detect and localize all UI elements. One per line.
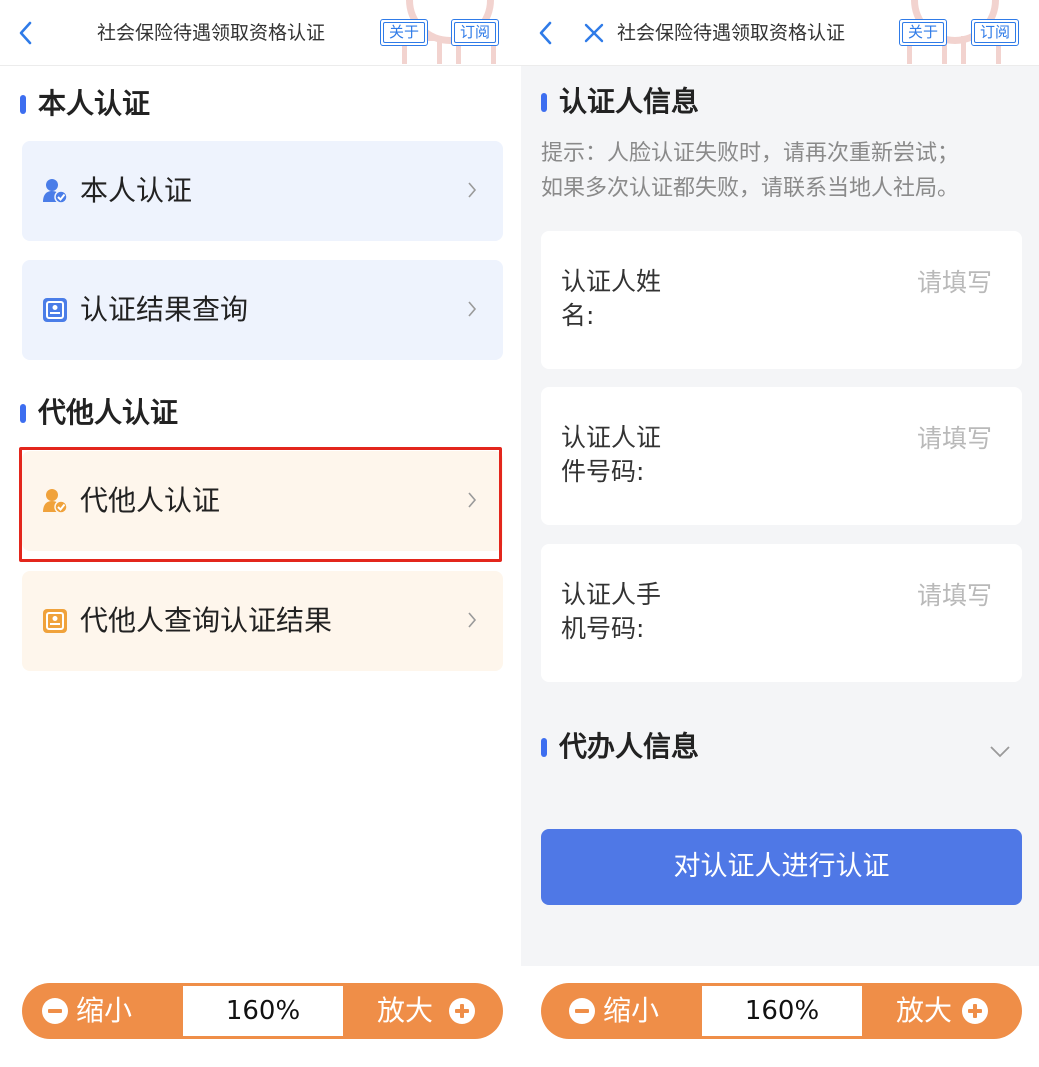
zoom-in-label: 放大	[377, 994, 434, 1027]
zoom-out-label: 缩小	[603, 994, 660, 1027]
subscribe-button[interactable]: 订阅	[971, 19, 1019, 46]
zoom-in-button[interactable]: 放大	[862, 983, 1022, 1039]
back-arrow-icon[interactable]	[538, 20, 554, 46]
close-icon[interactable]	[583, 20, 605, 46]
proxy-certify-item[interactable]: 代他人认证	[22, 451, 503, 551]
zoom-in-label: 放大	[896, 994, 953, 1027]
certifier-info-heading: 认证人信息	[541, 84, 699, 120]
certify-result-query-item[interactable]: 认证结果查询	[22, 260, 503, 360]
proxy-certify-label: 代他人认证	[80, 484, 221, 517]
certify-submit-button[interactable]: 对认证人进行认证	[541, 829, 1022, 905]
proxy-result-query-item[interactable]: 代他人查询认证结果	[22, 571, 503, 671]
person-check-icon	[43, 179, 68, 204]
left-top-bar: 社会保险待遇领取资格认证 关于 订阅	[0, 0, 521, 66]
person-check-icon	[43, 489, 68, 514]
chevron-right-icon	[468, 301, 477, 317]
minus-circle-icon	[569, 998, 595, 1024]
page-title: 社会保险待遇领取资格认证	[617, 22, 846, 44]
about-button[interactable]: 关于	[380, 19, 428, 46]
minus-circle-icon	[42, 998, 68, 1024]
zoom-out-button[interactable]: 缩小	[541, 983, 702, 1039]
phone-input[interactable]	[772, 578, 992, 612]
page-title: 社会保险待遇领取资格认证	[97, 22, 326, 44]
zoom-level: 160%	[183, 986, 343, 1036]
subscribe-button[interactable]: 订阅	[451, 19, 499, 46]
phone-field-label: 认证人手 机号码:	[561, 580, 662, 643]
self-certify-label: 本人认证	[80, 174, 193, 207]
chevron-right-icon	[468, 182, 477, 198]
certify-result-query-label: 认证结果查询	[80, 293, 249, 326]
id-card-icon	[43, 298, 67, 322]
id-number-field-label: 认证人证 件号码:	[561, 423, 662, 486]
left-screen: 社会保险待遇领取资格认证 关于 订阅 本人认证 本人认证 认证结果查询 代他人认…	[0, 0, 521, 1067]
id-card-icon	[43, 609, 67, 633]
zoom-in-button[interactable]: 放大	[343, 983, 503, 1039]
about-button[interactable]: 关于	[899, 19, 947, 46]
phone-field-card: 认证人手 机号码:	[541, 544, 1022, 682]
right-screen: 社会保险待遇领取资格认证 关于 订阅 认证人信息 提示：人脸认证失败时，请再次重…	[521, 0, 1039, 1067]
left-zoom-area: 缩小 160% 放大	[0, 966, 521, 1067]
name-field-label: 认证人姓 名:	[561, 267, 662, 330]
name-input[interactable]	[772, 265, 992, 299]
hint-line: 如果多次认证都失败，请联系当地人社局。	[541, 176, 960, 201]
hint-line: 提示：人脸认证失败时，请再次重新尝试；	[541, 141, 960, 166]
chevron-right-icon	[468, 612, 477, 628]
right-top-bar: 社会保险待遇领取资格认证 关于 订阅	[521, 0, 1039, 66]
hint-text: 提示：人脸认证失败时，请再次重新尝试； 如果多次认证都失败，请联系当地人社局。	[541, 136, 1021, 206]
zoom-out-label: 缩小	[76, 994, 133, 1027]
back-arrow-icon[interactable]	[18, 20, 34, 46]
proxy-section-heading: 代他人认证	[20, 395, 178, 431]
zoom-control: 缩小 160% 放大	[22, 983, 503, 1039]
id-number-input[interactable]	[772, 421, 992, 455]
chevron-down-icon[interactable]	[989, 745, 1011, 759]
zoom-level: 160%	[702, 986, 862, 1036]
id-number-field-card: 认证人证 件号码:	[541, 387, 1022, 525]
plus-circle-icon	[962, 998, 988, 1024]
proxy-result-query-label: 代他人查询认证结果	[80, 604, 333, 637]
plus-circle-icon	[449, 998, 475, 1024]
zoom-control: 缩小 160% 放大	[541, 983, 1022, 1039]
name-field-card: 认证人姓 名:	[541, 231, 1022, 369]
self-section-heading: 本人认证	[20, 86, 150, 122]
chevron-right-icon	[468, 492, 477, 508]
right-zoom-area: 缩小 160% 放大	[521, 966, 1039, 1067]
self-certify-item[interactable]: 本人认证	[22, 141, 503, 241]
zoom-out-button[interactable]: 缩小	[22, 983, 183, 1039]
agent-info-heading: 代办人信息	[541, 729, 699, 765]
